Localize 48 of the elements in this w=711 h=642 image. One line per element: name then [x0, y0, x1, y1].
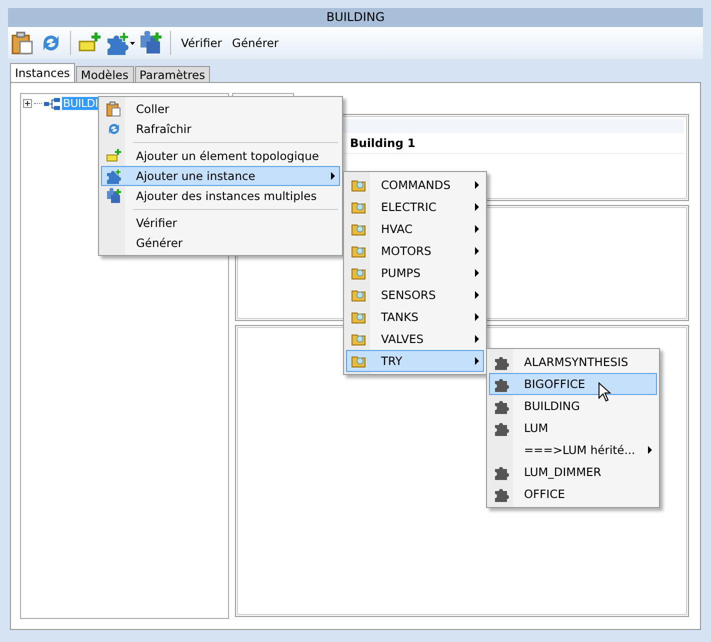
- menu-item[interactable]: HVAC: [346, 218, 484, 240]
- clipboard-icon: [106, 101, 122, 117]
- menu-item[interactable]: TRY: [346, 350, 484, 372]
- menu-item[interactable]: BIGOFFICE: [489, 373, 657, 395]
- puzzle-icon: [494, 464, 510, 480]
- menu-item[interactable]: COMMANDS: [346, 174, 484, 196]
- menu-item[interactable]: ===>LUM hérité...: [489, 439, 657, 461]
- puzzle-icon: [494, 486, 510, 502]
- menu-item[interactable]: VALVES: [346, 328, 484, 350]
- menu-item[interactable]: LUM_DIMMER: [489, 461, 657, 483]
- menu-item[interactable]: TANKS: [346, 306, 484, 328]
- menu-item[interactable]: BUILDING: [489, 395, 657, 417]
- window-title: BUILDING: [8, 8, 703, 27]
- add-element-icon: [106, 148, 122, 164]
- add-puzzle-icon: [106, 168, 122, 184]
- puzzle-icon: [494, 376, 510, 392]
- menu-item[interactable]: Vérifier: [101, 213, 340, 233]
- clipboard-icon: [11, 31, 35, 55]
- refresh-icon: [106, 121, 122, 137]
- add-puzzles-icon: [139, 31, 163, 55]
- caret-icon: [130, 42, 135, 44]
- expander-icon[interactable]: [23, 99, 32, 108]
- add-instances-button[interactable]: [139, 31, 163, 55]
- hierarchy-icon: [44, 98, 60, 110]
- menu-item[interactable]: Ajouter une instance: [101, 166, 340, 186]
- toolbar-button[interactable]: Générer: [229, 34, 282, 52]
- mouse-cursor-icon: [598, 382, 612, 402]
- menu-item[interactable]: ALARMSYNTHESIS: [489, 351, 657, 373]
- puzzle-icon: [494, 354, 510, 370]
- menu-item[interactable]: PUMPS: [346, 262, 484, 284]
- menu-item[interactable]: Ajouter des instances multiples: [101, 186, 340, 206]
- add-instance-button[interactable]: [106, 31, 135, 55]
- toolbar-button[interactable]: Vérifier: [178, 34, 226, 52]
- puzzle-icon: [494, 420, 510, 436]
- menu-item[interactable]: Générer: [101, 233, 340, 253]
- puzzle-icon: [494, 398, 510, 414]
- menu-item[interactable]: ELECTRIC: [346, 196, 484, 218]
- menu-item[interactable]: MOTORS: [346, 240, 484, 262]
- add-puzzle-icon: [106, 31, 130, 55]
- menu-item[interactable]: Coller: [101, 99, 340, 119]
- menu-item[interactable]: SENSORS: [346, 284, 484, 306]
- add-puzzles-icon: [106, 188, 122, 204]
- menu-item[interactable]: OFFICE: [489, 483, 657, 505]
- tab[interactable]: Paramètres: [134, 66, 210, 82]
- tab[interactable]: Modèles: [76, 66, 134, 82]
- clipboard-button[interactable]: [11, 31, 35, 55]
- menu-item[interactable]: LUM: [489, 417, 657, 439]
- tab[interactable]: Instances: [10, 63, 75, 82]
